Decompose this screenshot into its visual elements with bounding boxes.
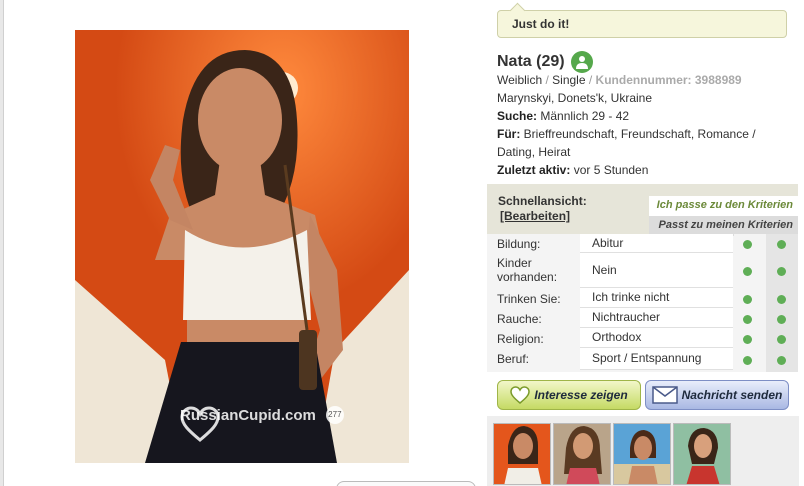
table-row: Beruf: Sport / Entspannung — [487, 348, 798, 370]
match-dot-icon — [777, 315, 786, 324]
thumbnail-image — [614, 424, 670, 484]
table-row: Trinken Sie: Ich trinke nicht — [487, 288, 798, 308]
main-profile-photo[interactable]: RussianCupid.com 277 — [75, 30, 409, 463]
customer-number-label: Kundennummer: — [595, 73, 692, 87]
for-value-line2: Dating, Heirat — [497, 145, 571, 159]
row-label: Religion: — [497, 332, 544, 346]
profile-search: Suche: Männlich 29 - 42 — [497, 107, 797, 125]
profile-name: Nata (29) — [497, 51, 593, 73]
photo-thumbnails — [487, 416, 799, 486]
photo-thumbnail[interactable] — [493, 423, 551, 485]
match-dot-icon — [777, 335, 786, 344]
gender-text: Weiblich — [497, 73, 543, 87]
profile-name-text: Nata (29) — [497, 53, 565, 70]
match-dot-icon — [777, 240, 786, 249]
for-value-line1: Brieffreundschaft, Freundschaft, Romance… — [523, 127, 756, 141]
match-dot-icon — [743, 315, 752, 324]
row-label: Kinder vorhanden: — [497, 256, 558, 284]
photo-thumbnail[interactable] — [553, 423, 611, 485]
row-label: Beruf: — [497, 352, 530, 366]
criteria-match-label: Ich passe zu den Kriterien — [649, 196, 798, 216]
show-interest-button[interactable]: Interesse zeigen — [497, 380, 641, 410]
profile-looking-for: Für: Brieffreundschaft, Freundschaft, Ro… — [497, 125, 797, 161]
match-dot-icon — [743, 295, 752, 304]
status-text: Single — [552, 73, 586, 87]
profile-basic-info: Weiblich / Single / Kundennummer: 398898… — [497, 73, 742, 87]
row-label: Rauche: — [497, 312, 542, 326]
quick-view-title: Schnellansicht: — [498, 194, 587, 208]
photo-count-badge: 277 — [325, 406, 344, 424]
photo-illustration — [75, 30, 409, 463]
table-row: Bildung: Abitur — [487, 234, 798, 253]
send-message-label: Nachricht senden — [681, 388, 783, 402]
thumbnail-image — [494, 424, 550, 484]
thumbnail-image — [674, 424, 730, 484]
user-profile-icon[interactable] — [570, 51, 593, 73]
quick-view-edit-link[interactable]: [Bearbeiten] — [500, 209, 570, 223]
customer-number: 3988989 — [694, 73, 742, 87]
left-frame-edge — [0, 0, 4, 486]
row-value: Sport / Entspannung — [580, 348, 733, 370]
row-value: Ich trinke nicht — [580, 288, 733, 308]
match-dot-icon — [743, 240, 752, 249]
criteria-fit-label: Passt zu meinen Kriterien — [649, 216, 798, 236]
send-message-button[interactable]: Nachricht senden — [645, 380, 789, 410]
photo-watermark: RussianCupid.com 277 — [180, 406, 344, 442]
table-row: Kinder vorhanden: Nein — [487, 253, 798, 288]
match-dot-icon — [743, 267, 752, 276]
match-dot-icon — [777, 356, 786, 365]
table-row: Rauche: Nichtraucher — [487, 308, 798, 328]
row-value: Abitur — [580, 234, 733, 253]
match-dot-icon — [743, 356, 752, 365]
thumbnail-image — [554, 424, 610, 484]
person-icon — [575, 56, 588, 69]
row-label: Bildung: — [497, 237, 541, 251]
row-value: Nichtraucher — [580, 308, 733, 328]
row-value: Nein — [580, 253, 733, 288]
profile-location: Marynskyi, Donets'k, Ukraine — [497, 91, 653, 105]
last-active-value: vor 5 Stunden — [573, 163, 649, 177]
profile-last-active: Zuletzt aktiv: vor 5 Stunden — [497, 161, 797, 179]
photo-thumbnail[interactable] — [673, 423, 731, 485]
table-row: Religion: Orthodox — [487, 328, 798, 348]
quick-view-table: Schnellansicht: [Bearbeiten] Ich passe z… — [487, 184, 798, 372]
row-label: Trinken Sie: — [497, 292, 561, 306]
last-active-label: Zuletzt aktiv: — [497, 163, 571, 177]
show-interest-label: Interesse zeigen — [534, 388, 628, 402]
row-value: Orthodox — [580, 328, 733, 348]
photo-button-stub[interactable] — [336, 481, 476, 486]
search-value: Männlich 29 - 42 — [540, 109, 630, 123]
envelope-icon — [651, 386, 678, 404]
match-dot-icon — [777, 295, 786, 304]
search-label: Suche: — [497, 109, 538, 123]
match-dot-icon — [777, 267, 786, 276]
match-dot-icon — [743, 335, 752, 344]
for-label: Für: — [497, 127, 521, 141]
profile-tagline: Just do it! — [497, 10, 787, 38]
heart-icon — [510, 386, 531, 404]
photo-thumbnail[interactable] — [613, 423, 671, 485]
heart-logo-icon — [180, 406, 220, 442]
